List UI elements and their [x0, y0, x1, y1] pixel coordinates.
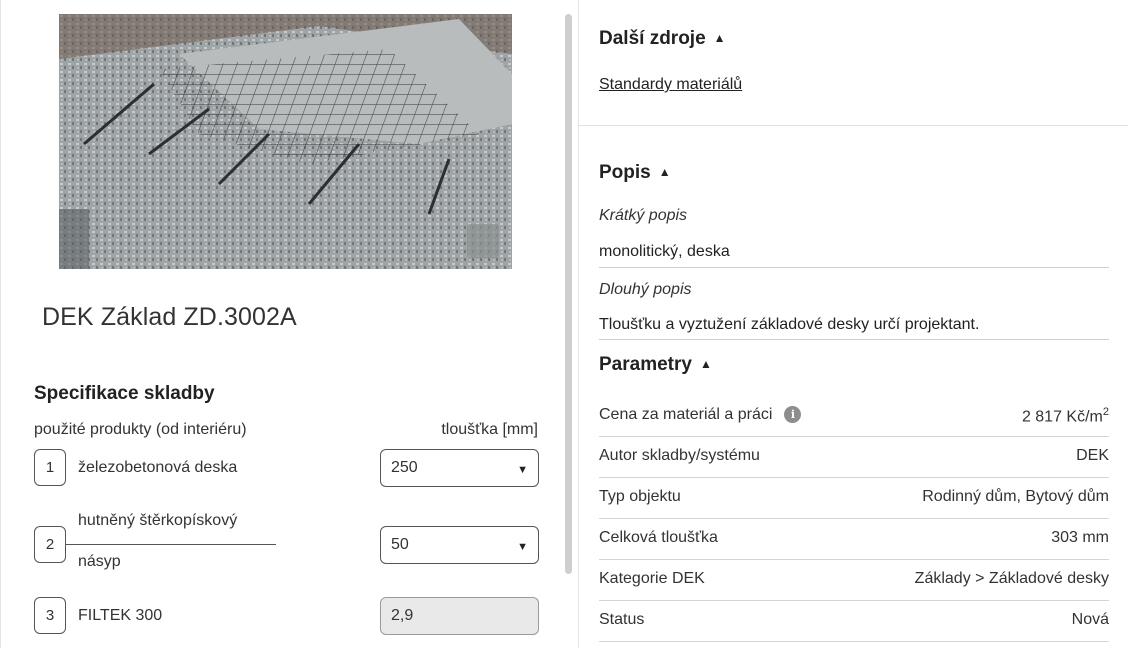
spec-heading: Specifikace skladby	[34, 383, 215, 404]
parameter-value: 2 817 Kč/m2	[1022, 406, 1109, 426]
parameter-value: 303 mm	[1051, 529, 1109, 546]
price-value: 2 817 Kč/m	[1021, 408, 1103, 426]
short-description-label: Krátký popis	[599, 207, 688, 224]
parameter-value: Rodinný dům, Bytový dům	[922, 488, 1109, 505]
parameter-label: Celková tloušťka	[599, 529, 718, 546]
caret-down-icon: ▼	[517, 541, 528, 553]
price-label: Cena za materiál a práci	[599, 406, 773, 423]
product-image	[59, 14, 512, 269]
thickness-value: 250	[391, 459, 418, 476]
parameter-label: Kategorie DEK	[599, 570, 705, 587]
thickness-select[interactable]: 250 ▼	[380, 449, 539, 487]
resources-title: Další zdroje	[599, 28, 706, 49]
thickness-column-header: tloušťka [mm]	[441, 421, 538, 438]
layer-number-badge: 2	[34, 526, 66, 563]
parameter-value: Nová	[1071, 611, 1109, 628]
product-title: DEK Základ ZD.3002A	[42, 303, 297, 331]
parameter-label: Typ objektu	[599, 488, 681, 505]
section-divider	[579, 125, 1128, 126]
parameter-row: Autor skladby/systému DEK	[599, 437, 1109, 478]
layer-name: FILTEK 300	[78, 607, 163, 624]
long-description-value: Tloušťku a vyztužení základové desky urč…	[599, 316, 980, 333]
long-description-label: Dlouhý popis	[599, 281, 692, 298]
thickness-value: 50	[391, 536, 409, 553]
layer-name-line2: násyp	[78, 553, 121, 570]
description-section-header[interactable]: Popis ▲	[599, 162, 671, 184]
products-column-header: použité produkty (od interiéru)	[34, 421, 247, 438]
parameter-row: Typ objektu Rodinný dům, Bytový dům	[599, 478, 1109, 519]
thickness-readonly-field: 2,9	[380, 597, 539, 635]
layer-divider	[66, 544, 276, 545]
price-unit-exponent: 2	[1102, 406, 1109, 418]
product-panel: DEK Základ ZD.3002A Specifikace skladby …	[0, 0, 562, 648]
triangle-up-icon: ▲	[713, 31, 726, 45]
triangle-up-icon: ▲	[658, 165, 671, 179]
material-standards-link[interactable]: Standardy materiálů	[599, 76, 742, 94]
layer-name: železobetonová deska	[78, 459, 238, 476]
caret-down-icon: ▼	[517, 464, 528, 476]
parameter-row: Celková tloušťka 303 mm	[599, 519, 1109, 560]
field-underline	[599, 267, 1109, 268]
field-underline	[599, 339, 1109, 340]
parameter-value: DEK	[1076, 447, 1109, 464]
triangle-up-icon: ▲	[699, 357, 712, 371]
parameter-value: Základy > Základové desky	[914, 570, 1109, 587]
parameters-title: Parametry	[599, 354, 692, 375]
parameter-row-price: Cena za materiál a práci i 2 817 Kč/m2	[599, 396, 1109, 437]
scrollbar[interactable]	[565, 14, 572, 574]
layer-number-badge: 3	[34, 597, 66, 634]
layer-name-line1: hutněný štěrkopískový	[78, 512, 238, 529]
layer-number-badge: 1	[34, 449, 66, 486]
details-panel: Další zdroje ▲ Standardy materiálů Popis ▲…	[578, 0, 1128, 648]
thickness-value: 2,9	[391, 607, 414, 624]
thickness-select[interactable]: 50 ▼	[380, 526, 539, 564]
parameter-row: Kategorie DEK Základy > Základové desky	[599, 560, 1109, 601]
parameter-label: Status	[599, 611, 645, 628]
parameters-section-header[interactable]: Parametry ▲	[599, 354, 712, 376]
resources-section-header[interactable]: Další zdroje ▲	[599, 28, 726, 50]
short-description-value: monolitický, deska	[599, 243, 730, 260]
info-icon[interactable]: i	[784, 406, 802, 423]
parameter-label: Autor skladby/systému	[599, 447, 760, 464]
parameter-label: Cena za materiál a práci i	[599, 406, 802, 424]
description-title: Popis	[599, 162, 651, 183]
parameter-row: Status Nová	[599, 601, 1109, 642]
